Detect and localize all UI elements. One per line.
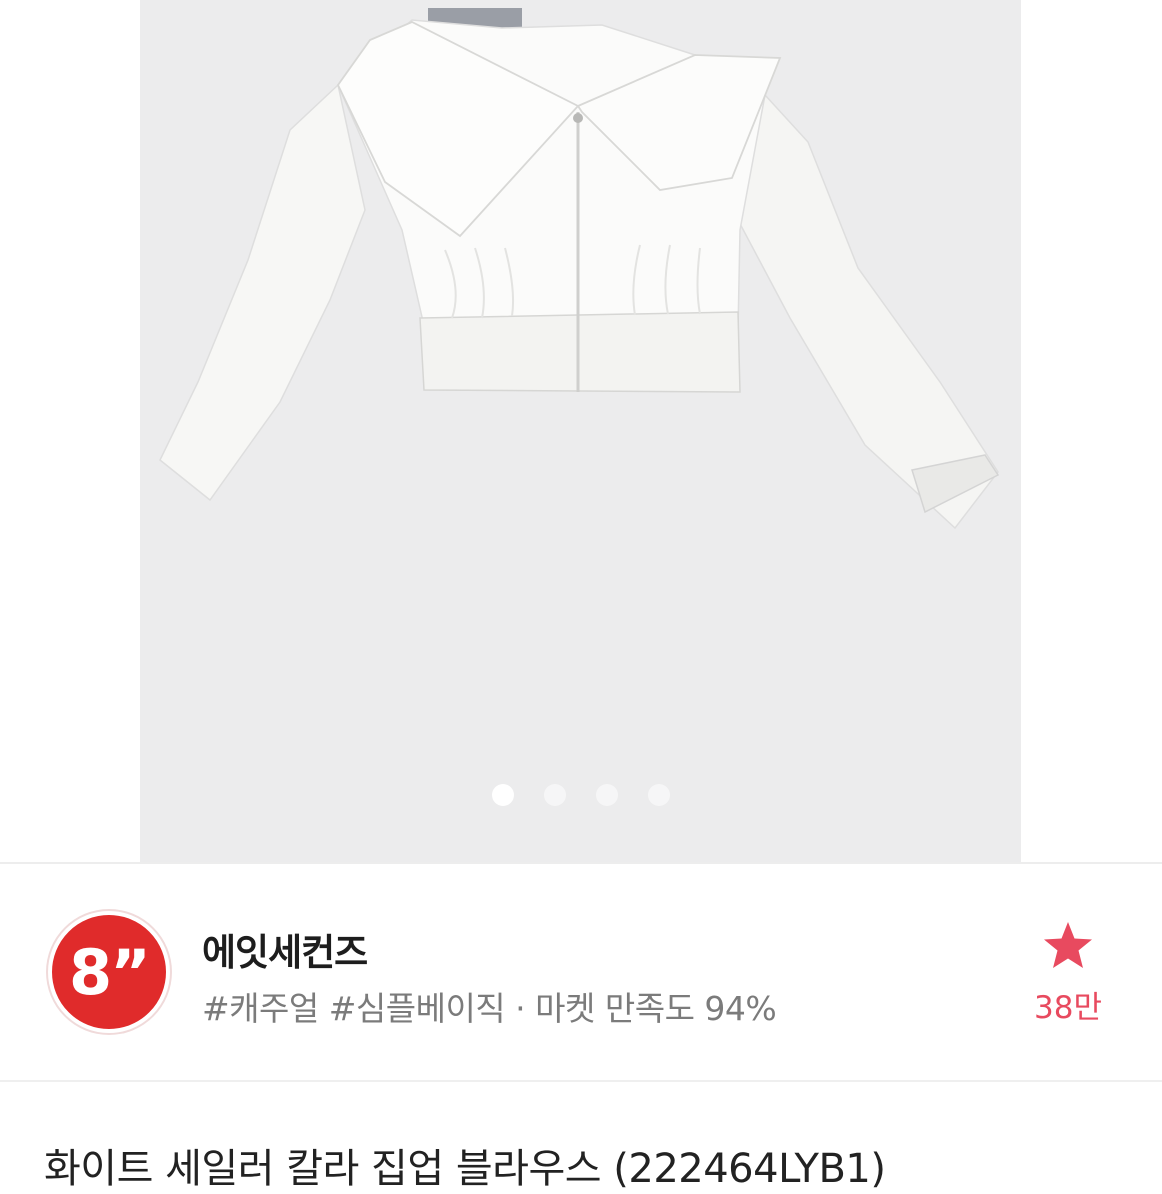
shop-logo[interactable]: 8”	[48, 911, 170, 1033]
product-photo	[140, 0, 1021, 862]
product-image-gallery[interactable]	[140, 0, 1021, 862]
shop-logo-text: 8”	[69, 936, 151, 1009]
shop-tags: #캐주얼 #심플베이직 · 마켓 만족도 94%	[202, 989, 777, 1028]
shop-name[interactable]: 에잇세컨즈	[202, 922, 368, 976]
pager-dot[interactable]	[647, 784, 670, 806]
star-icon	[1044, 922, 1092, 968]
image-pager-dots	[140, 784, 1021, 808]
favorite-button[interactable]: 38만	[1022, 920, 1112, 1030]
pager-dot-active[interactable]	[491, 784, 514, 806]
favorite-count: 38만	[1034, 990, 1102, 1026]
section-divider	[0, 1080, 1162, 1082]
pager-dot[interactable]	[595, 784, 618, 806]
pager-dot[interactable]	[543, 784, 566, 806]
product-title: 화이트 세일러 칼라 집업 블라우스 (222464LYB1)	[44, 1146, 886, 1192]
shop-info-row[interactable]: 8” 에잇세컨즈 #캐주얼 #심플베이직 · 마켓 만족도 94% 38만	[0, 864, 1162, 1080]
